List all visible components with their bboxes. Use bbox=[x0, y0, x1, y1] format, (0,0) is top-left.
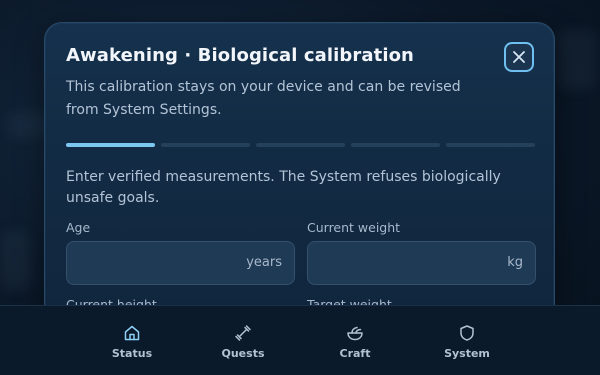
bottom-tab-bar: Status Quests Craft System bbox=[0, 305, 600, 375]
home-icon bbox=[123, 323, 141, 343]
bowl-icon bbox=[346, 323, 364, 343]
dumbbell-icon bbox=[234, 323, 252, 343]
tab-label: Status bbox=[111, 346, 153, 360]
age-label: Age bbox=[66, 220, 91, 235]
background-blur bbox=[8, 112, 48, 138]
current-weight-field[interactable]: kg bbox=[307, 241, 536, 285]
step-progress bbox=[66, 143, 535, 147]
tab-craft[interactable]: Craft bbox=[323, 315, 387, 367]
tab-status[interactable]: Status bbox=[100, 315, 164, 367]
close-icon bbox=[513, 51, 525, 63]
tab-label: System bbox=[444, 346, 490, 360]
dialog-title: Awakening · Biological calibration bbox=[66, 45, 414, 66]
current-weight-unit: kg bbox=[507, 255, 523, 270]
progress-segment bbox=[256, 143, 345, 147]
progress-segment bbox=[66, 143, 155, 147]
shield-icon bbox=[458, 323, 476, 343]
close-button[interactable] bbox=[504, 42, 534, 72]
current-weight-label: Current weight bbox=[307, 220, 401, 235]
age-field[interactable]: years bbox=[66, 241, 295, 285]
background-blur bbox=[556, 30, 596, 90]
current-weight-input[interactable] bbox=[308, 242, 535, 284]
tab-system[interactable]: System bbox=[435, 315, 499, 367]
intro-text: Enter verified measurements. The System … bbox=[66, 169, 501, 206]
progress-segment bbox=[446, 143, 535, 147]
progress-segment bbox=[161, 143, 250, 147]
app-root: Awakening · Biological calibration This … bbox=[0, 0, 600, 375]
dialog-subtitle: This calibration stays on your device an… bbox=[66, 79, 461, 118]
tab-quests[interactable]: Quests bbox=[211, 315, 275, 367]
tab-label: Quests bbox=[221, 346, 265, 360]
age-unit: years bbox=[246, 255, 282, 270]
progress-segment bbox=[351, 143, 440, 147]
tab-label: Craft bbox=[339, 346, 371, 360]
background-blur bbox=[0, 230, 30, 290]
